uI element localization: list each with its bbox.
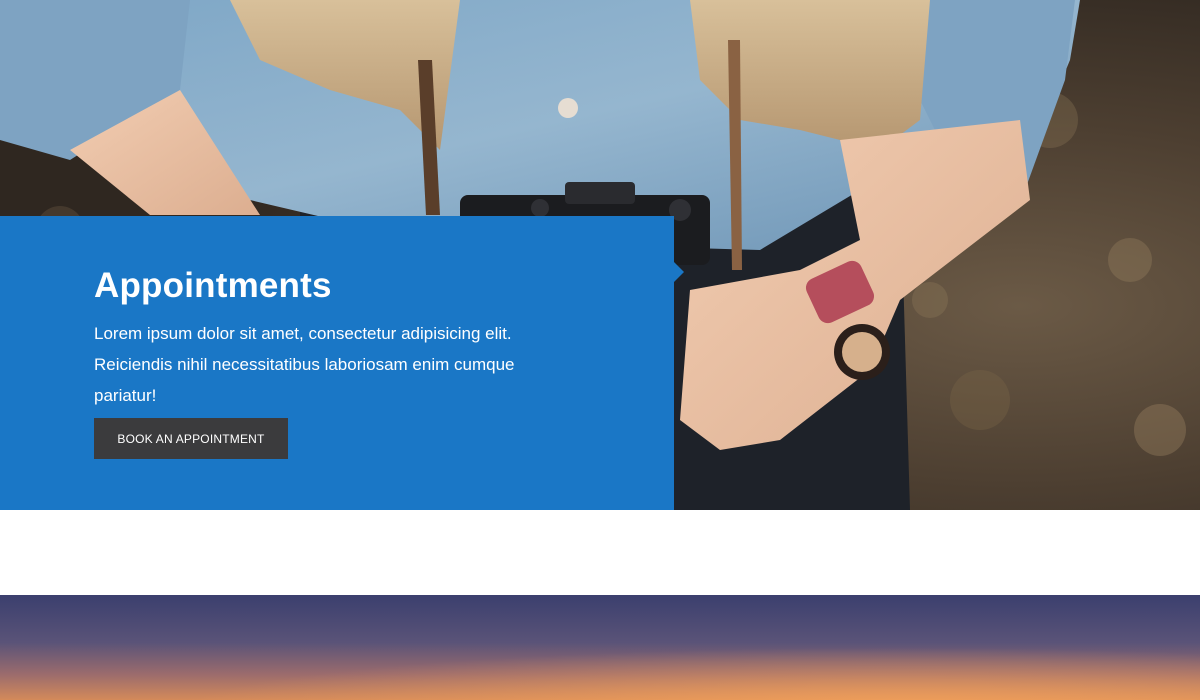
section-spacer — [0, 510, 1200, 595]
sunset-section — [0, 595, 1200, 700]
sunset-photo — [0, 595, 1200, 700]
appointments-title: Appointments — [94, 266, 332, 305]
panel-pointer — [674, 262, 684, 282]
book-appointment-button[interactable]: BOOK AN APPOINTMENT — [94, 418, 288, 459]
appointments-description: Lorem ipsum dolor sit amet, consectetur … — [94, 324, 515, 405]
page: Appointments Lorem ipsum dolor sit amet,… — [0, 0, 1200, 700]
